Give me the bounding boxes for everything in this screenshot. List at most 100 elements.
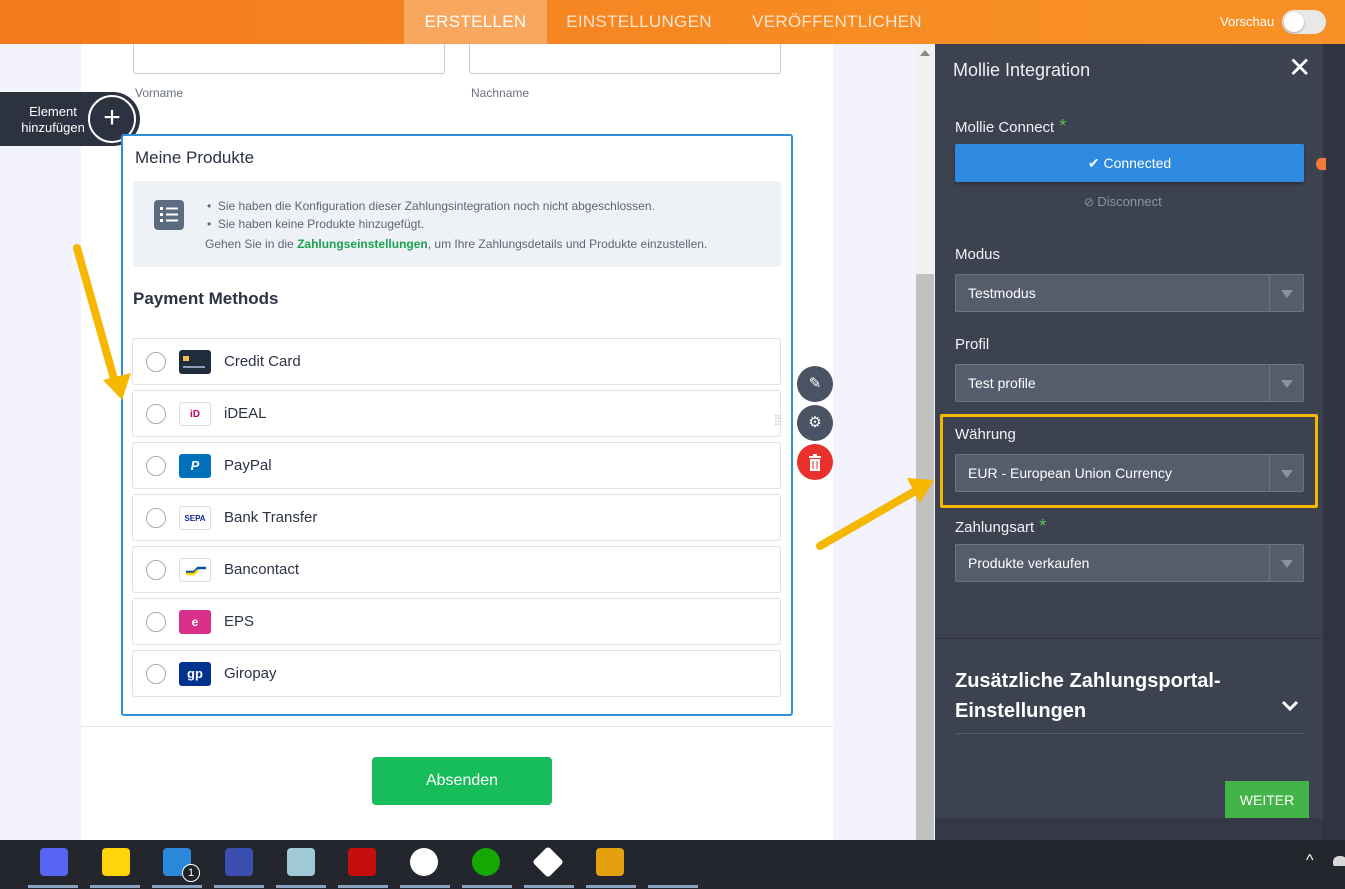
taskbar-indicator [338, 885, 388, 888]
taskbar-indicator [400, 885, 450, 888]
printer-icon[interactable] [225, 848, 253, 876]
payment-method-credit-card[interactable]: Credit Card [132, 338, 781, 385]
payment-method-label: PayPal [224, 457, 272, 474]
dropdown-arrow-icon[interactable] [1269, 275, 1303, 311]
taskbar-indicator [152, 885, 202, 888]
payment-method-giropay[interactable]: gp Giropay [132, 650, 781, 697]
payment-method-label: Giropay [224, 665, 277, 682]
mode-label: Modus [955, 246, 1001, 263]
firstname-sublabel: Vorname [135, 86, 184, 100]
firstname-input[interactable] [133, 44, 445, 74]
taskbar-indicator [28, 885, 78, 888]
chevron-down-icon[interactable] [1280, 696, 1300, 719]
radio-button[interactable] [146, 612, 166, 632]
profile-select[interactable]: Test profile [955, 364, 1304, 402]
products-title: Meine Produkte [135, 148, 255, 167]
info-bullet-1: • Sie haben die Konfiguration dieser Zah… [207, 199, 655, 213]
mollie-connect-label: Mollie Connect * [955, 116, 1067, 136]
radio-button[interactable] [146, 404, 166, 424]
mode-select[interactable]: Testmodus [955, 274, 1304, 312]
tab-veroeffentlichen[interactable]: VERÖFFENTLICHEN [748, 0, 926, 44]
dropdown-arrow-icon[interactable] [1269, 455, 1303, 491]
required-icon: * [1059, 116, 1067, 136]
giropay-icon: gp [179, 662, 211, 686]
gear-icon[interactable]: ⚙ [797, 405, 833, 441]
connected-button[interactable]: ✔ Connected [955, 144, 1304, 182]
profile-label: Profil [955, 336, 990, 353]
cloud-icon[interactable] [1333, 856, 1345, 866]
payment-method-label: Credit Card [224, 353, 301, 370]
payment-settings-link[interactable]: Zahlungseinstellungen [297, 237, 428, 251]
payment-method-paypal[interactable]: P PayPal [132, 442, 781, 489]
currency-label: Währung [955, 426, 1016, 443]
panel-title: Mollie Integration [953, 60, 1091, 80]
next-button[interactable]: WEITER [1225, 781, 1309, 819]
radio-button[interactable] [146, 456, 166, 476]
taskbar-indicator [648, 885, 698, 888]
payment-method-label: Bancontact [224, 561, 300, 578]
payment-method-ideal[interactable]: iD iDEAL [132, 390, 781, 437]
tab-erstellen[interactable]: ERSTELLEN [404, 0, 547, 44]
payment-methods-title: Payment Methods [133, 289, 279, 308]
unlink-icon: ⊘ [1084, 195, 1098, 209]
radio-button[interactable] [146, 664, 166, 684]
panel-scrollbar[interactable] [1323, 44, 1345, 840]
eps-icon: e [179, 610, 211, 634]
chevron-up-icon[interactable]: ^ [1306, 852, 1314, 870]
checklist-icon [154, 200, 184, 230]
radio-button[interactable] [146, 560, 166, 580]
info-line-3: Gehen Sie in die Zahlungseinstellungen, … [205, 237, 708, 251]
payment-method-eps[interactable]: e EPS [132, 598, 781, 645]
payment-method-label: Bank Transfer [224, 509, 318, 526]
paypal-icon: P [179, 454, 211, 478]
payment-type-label: Zahlungsart * [955, 516, 1047, 536]
mail-badge: 1 [182, 864, 200, 882]
dropdown-arrow-icon[interactable] [1269, 365, 1303, 401]
payment-method-bancontact[interactable]: Bancontact [132, 546, 781, 593]
extra-settings-title[interactable]: Zusätzliche Zahlungsportal-Einstellungen [955, 666, 1255, 726]
payment-method-bank-transfer[interactable]: SEPA Bank Transfer [132, 494, 781, 541]
slack-icon[interactable] [410, 848, 438, 876]
required-icon: * [1039, 516, 1047, 536]
currency-select[interactable]: EUR - European Union Currency [955, 454, 1304, 492]
credit-card-icon [179, 350, 211, 374]
sticky-notes-icon[interactable] [102, 848, 130, 876]
upwork-icon[interactable] [472, 848, 500, 876]
discord-icon[interactable] [40, 848, 68, 876]
info-bullet-2: • Sie haben keine Produkte hinzugefügt. [207, 217, 425, 231]
add-element-label[interactable]: Element hinzufügen [14, 104, 92, 136]
radio-button[interactable] [146, 352, 166, 372]
trash-icon[interactable] [797, 444, 833, 480]
taskbar-indicator [214, 885, 264, 888]
ideal-icon: iD [179, 402, 211, 426]
drag-handle-icon[interactable]: ⁞⁞ [774, 413, 786, 438]
preview-toggle[interactable] [1282, 10, 1326, 34]
taskbar [0, 840, 1345, 889]
payment-method-label: EPS [224, 613, 255, 630]
taskbar-indicator [462, 885, 512, 888]
lastname-input[interactable] [469, 44, 781, 74]
close-icon[interactable]: ✕ [1288, 54, 1311, 82]
submit-button[interactable]: Absenden [372, 757, 552, 805]
acrobat-icon[interactable] [348, 848, 376, 876]
divider [955, 733, 1304, 734]
taskbar-indicator [524, 885, 574, 888]
dropdown-arrow-icon[interactable] [1269, 545, 1303, 581]
notepad-icon[interactable] [287, 848, 315, 876]
scroll-up-arrow-icon[interactable] [920, 50, 930, 56]
wand-icon[interactable]: ✎ [797, 366, 833, 402]
lastname-sublabel: Nachname [471, 86, 530, 100]
bancontact-icon [179, 558, 211, 582]
tab-einstellungen[interactable]: EINSTELLUNGEN [560, 0, 718, 44]
plex-icon[interactable] [596, 848, 624, 876]
radio-button[interactable] [146, 508, 166, 528]
sepa-icon: SEPA [179, 506, 211, 530]
divider [81, 726, 833, 727]
taskbar-indicator [90, 885, 140, 888]
taskbar-indicator [586, 885, 636, 888]
preview-label: Vorschau [1220, 14, 1275, 29]
scrollbar-thumb[interactable] [916, 274, 934, 840]
payment-type-select[interactable]: Produkte verkaufen [955, 544, 1304, 582]
disconnect-link[interactable]: ⊘ Disconnect [1084, 194, 1162, 209]
checkmark-icon: ✔ [1087, 155, 1104, 171]
